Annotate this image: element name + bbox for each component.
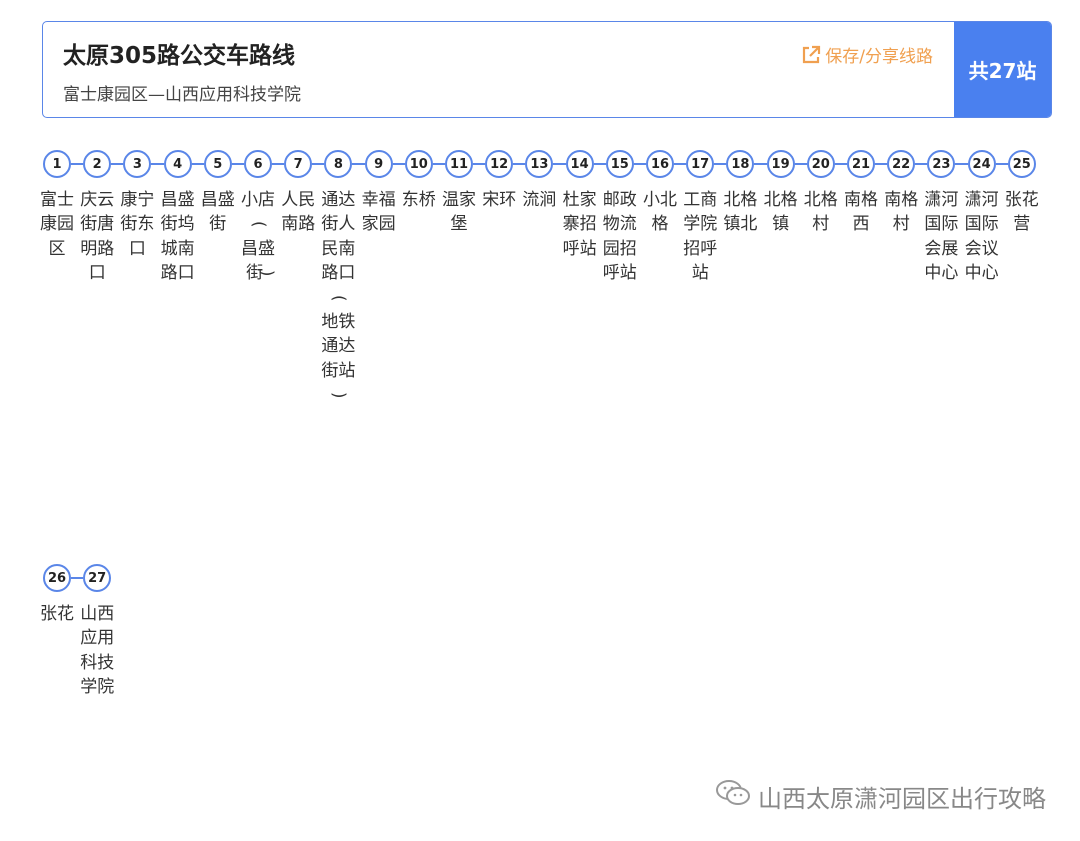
stop-name: 邮政物流园招呼站 — [602, 190, 637, 284]
stop-name: 南格西 — [844, 190, 878, 235]
stop-number: 4 — [163, 150, 192, 178]
stop-name: 张花营 — [1004, 190, 1039, 235]
stop-item: 21 南格西 — [844, 150, 878, 237]
stop-name: 昌盛街 — [200, 190, 235, 235]
stop-name: 南格村 — [884, 190, 919, 235]
route-terminals: 富士康园区—山西应用科技学院 — [63, 85, 301, 105]
stop-item: 10 东桥 — [402, 150, 436, 212]
stop-number: 17 — [686, 150, 715, 178]
stop-name: 北格镇北 — [723, 190, 758, 235]
stop-item: 18 北格镇北 — [723, 150, 757, 237]
stop-number: 25 — [1007, 150, 1036, 178]
stop-number: 15 — [605, 150, 634, 178]
stop-item: 13 流涧 — [522, 150, 556, 212]
stop-number: 22 — [887, 150, 916, 178]
stop-item: 15 邮政物流园招呼站 — [603, 150, 637, 286]
stop-number: 11 — [445, 150, 473, 178]
stop-item: 1 富士康园区 — [40, 150, 74, 261]
stop-name: 张花 — [40, 604, 74, 624]
stop-item: 24 潇河国际会议中心 — [965, 150, 999, 286]
stop-item: 11 温家堡 — [442, 150, 476, 237]
save-share-button[interactable]: 保存/分享线路 — [801, 42, 933, 67]
save-share-label: 保存/分享线路 — [825, 47, 933, 67]
stop-name: 昌盛街坞城南路口 — [160, 190, 195, 284]
stop-item: 17 工商学院招呼站 — [683, 150, 717, 286]
stop-name: 富士康园区 — [40, 190, 74, 259]
stop-number: 9 — [364, 150, 393, 178]
stop-name: 山西应用科技学院 — [80, 604, 115, 698]
stop-number: 2 — [83, 150, 112, 178]
stop-number: 3 — [123, 150, 152, 178]
stop-item: 12 宋环 — [482, 150, 516, 212]
stop-item: 8 通达街人民南路口(地铁通达街站) — [321, 150, 355, 408]
stop-name: 工商学院招呼站 — [683, 190, 718, 284]
stop-item: 22 南格村 — [884, 150, 918, 237]
stop-name: 康宁街东口 — [120, 190, 155, 259]
stop-name: 北格村 — [803, 190, 838, 235]
stop-item: 5 昌盛街 — [201, 150, 235, 237]
stop-item: 7 人民南路 — [281, 150, 315, 237]
route-title: 太原305路公交车路线 — [63, 43, 296, 69]
stop-item: 27 山西应用科技学院 — [80, 564, 114, 700]
stop-number: 27 — [83, 564, 112, 592]
stop-item: 9 幸福家园 — [362, 150, 396, 237]
stop-name: 小店(昌盛街) — [241, 190, 277, 284]
stop-number: 13 — [525, 150, 554, 178]
stop-item: 4 昌盛街坞城南路口 — [161, 150, 195, 286]
stop-number: 1 — [43, 150, 71, 178]
stop-name: 温家堡 — [442, 190, 476, 235]
stop-number: 20 — [806, 150, 835, 178]
stop-name: 通达街人民南路口(地铁通达街站) — [321, 190, 356, 399]
stop-number: 8 — [324, 150, 353, 178]
stop-name: 人民南路 — [281, 190, 316, 235]
stop-item: 6 小店(昌盛街) — [241, 150, 277, 286]
stop-item: 26 张花 — [40, 564, 74, 626]
stop-number: 21 — [847, 150, 875, 178]
stop-number: 24 — [967, 150, 996, 178]
stop-number: 10 — [404, 150, 433, 178]
stop-name: 幸福家园 — [361, 190, 396, 235]
watermark: 山西太原潇河园区出行攻略 — [714, 778, 1046, 814]
stop-name: 小北格 — [643, 190, 677, 235]
stop-name: 潇河国际会议中心 — [964, 190, 999, 284]
stop-number: 5 — [203, 150, 232, 178]
stop-number: 6 — [244, 150, 272, 178]
stop-name: 杜家寨招呼站 — [562, 190, 597, 259]
route-header-card: 太原305路公交车路线 富士康园区—山西应用科技学院 保存/分享线路 共27站 — [42, 21, 1052, 118]
stop-item: 19 北格镇 — [764, 150, 798, 237]
stop-item: 23 潇河国际会展中心 — [924, 150, 958, 286]
stop-name: 东桥 — [401, 190, 436, 210]
stop-number: 14 — [565, 150, 594, 178]
stop-name: 流涧 — [522, 190, 557, 210]
stop-number: 26 — [43, 564, 71, 592]
stop-name: 北格镇 — [763, 190, 798, 235]
stop-number: 7 — [284, 150, 313, 178]
stop-name: 庆云街唐明路口 — [80, 190, 115, 284]
stop-name: 潇河国际会展中心 — [924, 190, 959, 284]
stop-item: 25 张花营 — [1005, 150, 1039, 237]
stop-number: 23 — [927, 150, 956, 178]
watermark-text: 山西太原潇河园区出行攻略 — [758, 784, 1046, 813]
stop-item: 20 北格村 — [804, 150, 838, 237]
stop-number: 18 — [726, 150, 755, 178]
stop-number: 19 — [766, 150, 795, 178]
stop-item: 14 杜家寨招呼站 — [563, 150, 597, 261]
external-link-icon — [801, 45, 821, 65]
stop-list: 1 富士康园区 2 庆云街唐明路口 3 康宁街东口 4 昌盛街坞城南路口 5 昌盛街 6 小店(昌盛街… — [0, 0, 1080, 841]
stop-item: 3 康宁街东口 — [120, 150, 154, 261]
stop-item: 16 小北格 — [643, 150, 677, 237]
stop-item: 2 庆云街唐明路口 — [80, 150, 114, 286]
stop-count-badge: 共27站 — [954, 22, 1051, 117]
stop-name: 宋环 — [482, 190, 517, 210]
wechat-icon — [714, 778, 752, 814]
stop-number: 16 — [646, 150, 674, 178]
stop-number: 12 — [485, 150, 514, 178]
